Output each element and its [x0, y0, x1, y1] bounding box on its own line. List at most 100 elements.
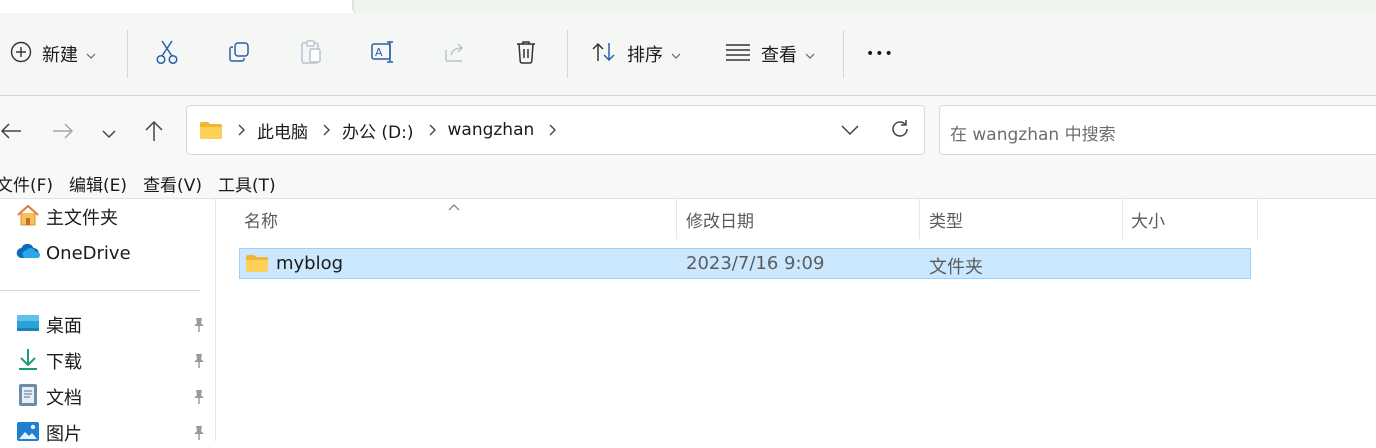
document-icon: [16, 383, 40, 411]
menu-file[interactable]: 文件(F): [0, 171, 53, 196]
pin-icon[interactable]: [192, 389, 206, 409]
menu-tools[interactable]: 工具(T): [218, 171, 276, 196]
breadcrumb-chevron-icon[interactable]: [548, 124, 557, 136]
pin-icon[interactable]: [192, 317, 206, 337]
file-type: 文件夹: [929, 257, 983, 278]
sidebar-item-documents[interactable]: 文档: [16, 382, 212, 412]
up-button[interactable]: [139, 118, 169, 148]
menu-bar: 文件(F) 编辑(E) 查看(V) 工具(T): [0, 168, 1376, 199]
column-divider[interactable]: [676, 199, 677, 239]
navigation-bar: 此电脑 办公 (D:) wangzhan 在 wangzhan 中搜索: [0, 96, 1376, 168]
menu-view[interactable]: 查看(V): [143, 171, 202, 196]
pictures-icon: [16, 420, 40, 446]
column-header-size[interactable]: 大小: [1131, 199, 1251, 239]
breadcrumb: 此电脑 办公 (D:) wangzhan: [199, 106, 568, 154]
chevron-down-icon: [671, 45, 681, 64]
toolbar-divider: [843, 30, 844, 78]
column-header-label: 大小: [1131, 211, 1165, 232]
chevron-down-icon: [805, 45, 815, 64]
sidebar-divider: [0, 290, 200, 291]
sidebar-item-label: 图片: [46, 424, 82, 445]
trash-icon: [514, 39, 538, 69]
delete-button[interactable]: [514, 13, 538, 95]
file-list-pane: 名称 修改日期 类型 大小 myblog 2023/7/16 9:09 文件夹: [216, 199, 1376, 441]
new-button[interactable]: 新建: [10, 13, 96, 95]
chevron-down-icon: [102, 124, 116, 143]
sidebar-item-downloads[interactable]: 下载: [16, 346, 212, 376]
breadcrumb-chevron-icon[interactable]: [322, 124, 330, 136]
scissors-icon: [155, 39, 179, 69]
column-header-label: 名称: [244, 211, 278, 232]
active-tab-edge[interactable]: [352, 0, 1376, 14]
breadcrumb-wangzhan[interactable]: wangzhan: [448, 120, 535, 140]
desktop-icon: [16, 313, 40, 337]
toolbar-divider: [567, 30, 568, 78]
share-button[interactable]: [442, 13, 468, 95]
share-icon: [442, 40, 468, 68]
refresh-icon[interactable]: [889, 118, 911, 144]
back-button[interactable]: [0, 118, 26, 148]
paste-button[interactable]: [299, 13, 323, 95]
sidebar-item-pictures[interactable]: 图片: [16, 418, 212, 448]
sidebar-item-desktop[interactable]: 桌面: [16, 310, 212, 340]
column-header-modified[interactable]: 修改日期: [686, 199, 916, 239]
clipboard-icon: [299, 39, 323, 69]
file-name: myblog: [276, 253, 344, 274]
forward-button[interactable]: [48, 118, 78, 148]
pin-icon[interactable]: [192, 353, 206, 373]
sidebar-item-label: 文档: [46, 388, 82, 409]
breadcrumb-chevron-icon[interactable]: [237, 124, 245, 136]
sidebar-item-home[interactable]: 主文件夹: [16, 202, 212, 232]
address-dropdown-button[interactable]: [841, 121, 859, 140]
sidebar-item-onedrive[interactable]: OneDrive: [16, 238, 212, 268]
tab-strip: [0, 0, 1376, 14]
menu-edit[interactable]: 编辑(E): [69, 171, 127, 196]
copy-button[interactable]: [227, 13, 251, 95]
column-divider[interactable]: [919, 199, 920, 239]
sidebar-item-label: 桌面: [46, 316, 82, 337]
breadcrumb-this-pc[interactable]: 此电脑: [257, 118, 308, 143]
sidebar-item-label: OneDrive: [46, 242, 131, 264]
breadcrumb-chevron-icon[interactable]: [428, 124, 436, 136]
more-options-button[interactable]: •••: [866, 13, 894, 95]
view-button-label: 查看: [761, 45, 797, 66]
cut-button[interactable]: [155, 13, 179, 95]
command-bar: 新建 A 排序 查看 •••: [0, 13, 1376, 96]
chevron-down-icon: [86, 45, 96, 64]
sidebar-item-label: 下载: [46, 352, 82, 373]
home-icon: [16, 204, 40, 230]
arrow-up-icon: [144, 120, 164, 146]
rename-button[interactable]: A: [370, 13, 396, 95]
search-placeholder: 在 wangzhan 中搜索: [950, 125, 1116, 145]
search-box[interactable]: 在 wangzhan 中搜索: [939, 105, 1376, 155]
column-header-type[interactable]: 类型: [929, 199, 1119, 239]
column-header-name[interactable]: 名称: [244, 199, 674, 239]
recent-locations-button[interactable]: [94, 118, 124, 148]
address-bar[interactable]: 此电脑 办公 (D:) wangzhan: [186, 105, 925, 155]
toolbar-divider: [127, 30, 128, 78]
column-header-label: 类型: [929, 211, 963, 232]
cloud-icon: [16, 243, 40, 263]
sort-button-label: 排序: [627, 45, 663, 66]
new-button-label: 新建: [42, 45, 78, 66]
view-lines-icon: [725, 43, 751, 65]
column-divider[interactable]: [1122, 199, 1123, 239]
sort-arrows-icon: [591, 41, 617, 67]
sort-button[interactable]: 排序: [591, 13, 681, 95]
rename-icon: A: [370, 39, 396, 69]
more-ellipsis-icon: •••: [866, 46, 894, 62]
sidebar-item-label: 主文件夹: [46, 208, 118, 229]
breadcrumb-drive-d[interactable]: 办公 (D:): [342, 118, 414, 143]
plus-circle-icon: [10, 41, 32, 67]
arrow-right-icon: [52, 122, 74, 144]
view-button[interactable]: 查看: [725, 13, 815, 95]
download-icon: [16, 348, 40, 374]
folder-icon: [245, 254, 269, 277]
arrow-left-icon: [0, 122, 22, 144]
svg-text:A: A: [375, 46, 383, 59]
column-divider[interactable]: [1257, 199, 1258, 239]
pin-icon[interactable]: [192, 425, 206, 445]
table-row[interactable]: myblog 2023/7/16 9:09 文件夹: [239, 248, 1251, 279]
folder-icon: [199, 121, 223, 140]
column-header-label: 修改日期: [686, 211, 754, 232]
